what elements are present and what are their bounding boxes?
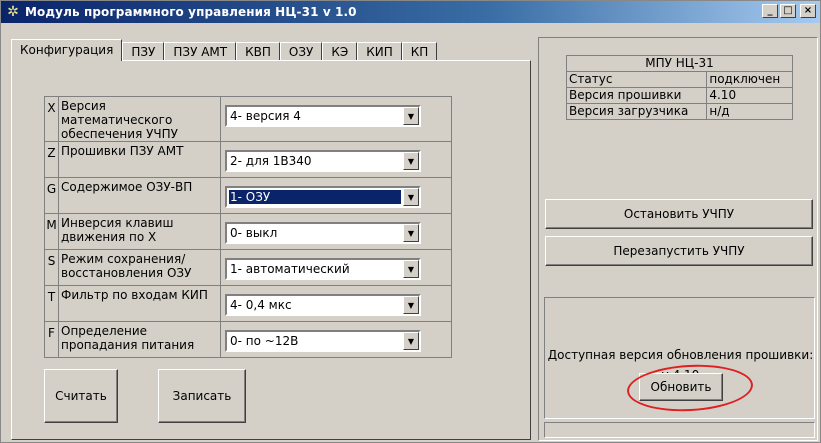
config-letter: G — [44, 177, 59, 214]
tab-pzu[interactable]: ПЗУ — [122, 42, 165, 61]
config-label: Прошивки ПЗУ АМТ — [58, 141, 221, 178]
maximize-button[interactable]: □ — [780, 4, 796, 18]
combo-value: 4- 0,4 мкс — [230, 298, 292, 312]
bootloader-version-value: н/д — [706, 103, 793, 120]
ozu-vp-content-select[interactable]: 1- ОЗУ ▼ — [225, 186, 421, 208]
config-letter: M — [44, 213, 59, 250]
tab-pzu-amt[interactable]: ПЗУ АМТ — [164, 42, 237, 61]
minimize-button[interactable]: _ — [762, 4, 778, 18]
config-row: F Определение пропадания питания 0- по ~… — [44, 321, 452, 358]
update-available-text: Доступная версия обновления прошивки: — [547, 348, 814, 362]
chevron-down-icon[interactable]: ▼ — [403, 107, 419, 125]
config-label: Содержимое ОЗУ-ВП — [58, 177, 221, 214]
tab-kip[interactable]: КИП — [357, 42, 402, 61]
config-row: G Содержимое ОЗУ-ВП 1- ОЗУ ▼ — [44, 177, 452, 214]
write-button[interactable]: Записать — [158, 369, 246, 423]
math-version-select[interactable]: 4- версия 4 ▼ — [225, 105, 421, 127]
device-info-table: МПУ НЦ-31 Статус подключен Версия прошив… — [565, 55, 793, 120]
stop-button[interactable]: Остановить УЧПУ — [545, 199, 813, 229]
chevron-down-icon[interactable]: ▼ — [403, 296, 419, 314]
tab-kvp[interactable]: КВП — [236, 42, 280, 61]
tab-ke[interactable]: КЭ — [322, 42, 358, 61]
combo-value: 1- автоматический — [230, 262, 350, 276]
chevron-down-icon[interactable]: ▼ — [403, 152, 419, 170]
chevron-down-icon[interactable]: ▼ — [403, 332, 419, 350]
config-letter: X — [44, 96, 59, 142]
firmware-version-value: 4.10 — [706, 87, 793, 104]
info-key: Версия прошивки — [565, 87, 708, 104]
config-letter: S — [44, 249, 59, 286]
tab-configuration[interactable]: Конфигурация — [11, 39, 123, 61]
config-label: Режим сохранения/ восстановления ОЗУ — [58, 249, 221, 286]
combo-value: 2- для 1В340 — [230, 154, 312, 168]
tab-ozu[interactable]: ОЗУ — [279, 42, 323, 61]
config-letter: T — [44, 285, 59, 322]
config-row: S Режим сохранения/ восстановления ОЗУ 1… — [44, 249, 452, 286]
combo-value: 0- выкл — [230, 226, 278, 240]
read-button[interactable]: Считать — [44, 369, 118, 423]
status-value: подключен — [706, 71, 793, 88]
combo-value: 1- ОЗУ — [228, 189, 402, 205]
combo-value: 0- по ~12В — [230, 334, 299, 348]
kip-filter-select[interactable]: 4- 0,4 мкс ▼ — [225, 294, 421, 316]
config-letter: Z — [44, 141, 59, 178]
pzu-amt-firmware-select[interactable]: 2- для 1В340 ▼ — [225, 150, 421, 172]
config-letter: F — [44, 321, 59, 358]
config-row: T Фильтр по входам КИП 4- 0,4 мкс ▼ — [44, 285, 452, 322]
tab-bar: Конфигурация ПЗУ ПЗУ АМТ КВП ОЗУ КЭ КИП … — [11, 39, 438, 61]
config-label: Фильтр по входам КИП — [58, 285, 221, 322]
config-table: X Версия математического обеспечения УЧП… — [44, 96, 452, 358]
window-title: Модуль программного управления НЦ-31 v 1… — [25, 5, 357, 19]
close-button[interactable]: × — [800, 4, 816, 18]
save-restore-mode-select[interactable]: 1- автоматический ▼ — [225, 258, 421, 280]
config-label: Определение пропадания питания — [58, 321, 221, 358]
restart-button[interactable]: Перезапустить УЧПУ — [545, 236, 813, 266]
config-row: Z Прошивки ПЗУ АМТ 2- для 1В340 ▼ — [44, 141, 452, 178]
chevron-down-icon[interactable]: ▼ — [403, 188, 419, 206]
update-group: Доступная версия обновления прошивки: v … — [544, 297, 815, 419]
info-key: Статус — [565, 71, 708, 88]
config-label: Версия математического обеспечения УЧПУ — [58, 96, 221, 142]
gear-icon: ✲ — [7, 4, 19, 20]
chevron-down-icon[interactable]: ▼ — [403, 260, 419, 278]
status-bar — [544, 422, 815, 438]
power-loss-select[interactable]: 0- по ~12В ▼ — [225, 330, 421, 352]
config-row: X Версия математического обеспечения УЧП… — [44, 96, 452, 142]
tab-kp[interactable]: КП — [401, 42, 438, 61]
config-row: M Инверсия клавиш движения по X 0- выкл ▼ — [44, 213, 452, 250]
title-bar[interactable]: ✲ Модуль программного управления НЦ-31 v… — [1, 1, 820, 23]
key-inversion-select[interactable]: 0- выкл ▼ — [225, 222, 421, 244]
main-window: ✲ Модуль программного управления НЦ-31 v… — [0, 0, 821, 443]
device-panel: МПУ НЦ-31 Статус подключен Версия прошив… — [538, 37, 818, 441]
config-label: Инверсия клавиш движения по X — [58, 213, 221, 250]
info-key: Версия загрузчика — [565, 103, 708, 120]
device-name: МПУ НЦ-31 — [566, 55, 793, 72]
configuration-page: X Версия математического обеспечения УЧП… — [11, 60, 531, 440]
chevron-down-icon[interactable]: ▼ — [403, 224, 419, 242]
combo-value: 4- версия 4 — [230, 109, 301, 123]
